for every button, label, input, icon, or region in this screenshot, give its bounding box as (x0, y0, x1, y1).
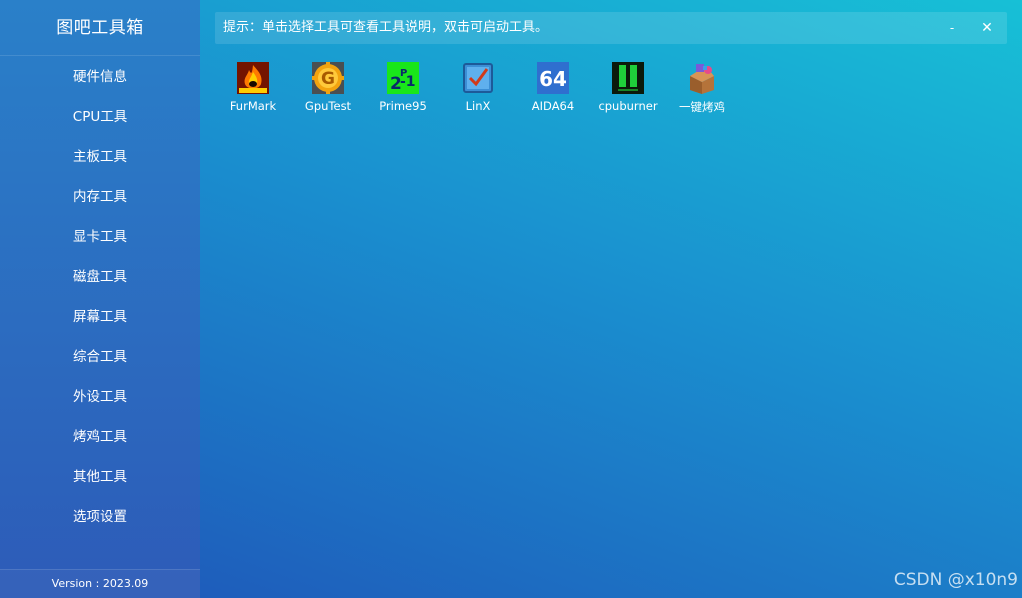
sidebar-item-other-tools[interactable]: 其他工具 (0, 457, 200, 497)
sidebar-item-cpu-tools[interactable]: CPU工具 (0, 97, 200, 137)
tool-label: FurMark (229, 99, 277, 113)
sidebar-item-general-tools[interactable]: 综合工具 (0, 337, 200, 377)
watermark: CSDN @x10n9 (893, 570, 1018, 590)
tool-label: cpuburner (598, 99, 658, 113)
hint-text: 提示：单击选择工具可查看工具说明，双击可启动工具。 (223, 20, 549, 35)
tool-label: GpuTest (304, 99, 352, 113)
tool-label: AIDA64 (531, 99, 575, 113)
sidebar-item-peripheral-tools[interactable]: 外设工具 (0, 377, 200, 417)
tool-gputest[interactable]: G GpuTest (293, 58, 363, 113)
minimize-button[interactable]: - (937, 12, 967, 44)
tool-aida64[interactable]: 64 AIDA64 (518, 58, 588, 113)
tool-prime95[interactable]: 2 P -1 Prime95 (368, 58, 438, 113)
gputest-icon: G (312, 62, 344, 94)
svg-text:G: G (321, 69, 335, 89)
sidebar-item-hardware-info[interactable]: 硬件信息 (0, 57, 200, 97)
close-button[interactable]: ✕ (972, 12, 1002, 44)
tool-label: Prime95 (379, 99, 427, 113)
furmark-icon (237, 62, 269, 94)
linx-icon (462, 62, 494, 94)
package-icon (686, 62, 718, 94)
version-label: Version : 2023.09 (0, 569, 200, 598)
prime95-icon: 2 P -1 (387, 62, 419, 94)
sidebar-item-stress-tools[interactable]: 烤鸡工具 (0, 417, 200, 457)
aida64-icon: 64 (537, 62, 569, 94)
tool-label: LinX (465, 99, 491, 113)
sidebar-item-gpu-tools[interactable]: 显卡工具 (0, 217, 200, 257)
app-title: 图吧工具箱 (0, 0, 200, 56)
svg-text:-1: -1 (400, 74, 416, 90)
hint-bar: 提示：单击选择工具可查看工具说明，双击可启动工具。 - ✕ (215, 12, 1007, 44)
tool-linx[interactable]: LinX (443, 58, 513, 113)
tool-furmark[interactable]: FurMark (218, 58, 288, 113)
svg-text:64: 64 (539, 67, 567, 91)
sidebar-item-memory-tools[interactable]: 内存工具 (0, 177, 200, 217)
tool-one-click-stress[interactable]: 一键烤鸡 (667, 58, 737, 115)
sidebar-item-disk-tools[interactable]: 磁盘工具 (0, 257, 200, 297)
sidebar-item-motherboard-tools[interactable]: 主板工具 (0, 137, 200, 177)
sidebar-item-screen-tools[interactable]: 屏幕工具 (0, 297, 200, 337)
sidebar-item-options[interactable]: 选项设置 (0, 497, 200, 537)
tool-label: 一键烤鸡 (679, 100, 725, 114)
cpuburner-icon (612, 62, 644, 94)
sidebar-menu: 硬件信息 CPU工具 主板工具 内存工具 显卡工具 磁盘工具 屏幕工具 综合工具… (0, 57, 200, 537)
tool-cpuburner[interactable]: cpuburner (593, 58, 663, 113)
sidebar: 图吧工具箱 硬件信息 CPU工具 主板工具 内存工具 显卡工具 磁盘工具 屏幕工… (0, 0, 200, 598)
